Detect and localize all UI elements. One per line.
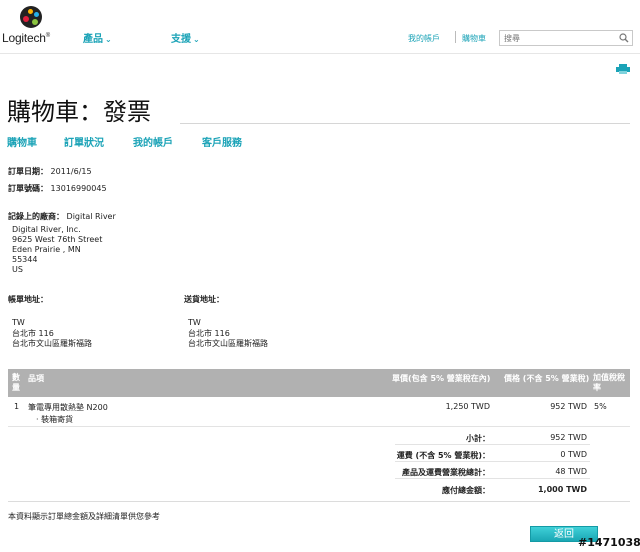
merchant-name: Digital River	[66, 212, 116, 221]
invoice-page: 購物車：發票 購物車 訂單狀況 我的帳戶 客戶服務 訂單日期： 2011/6/1…	[0, 54, 640, 552]
row-item-name[interactable]: 筆電專用散熱墊 N200	[28, 402, 108, 413]
logo-mark-icon	[20, 6, 42, 28]
order-date-label: 訂單日期：	[8, 167, 48, 176]
chevron-down-icon: ⌄	[105, 35, 112, 44]
order-number-label: 訂單號碼：	[8, 184, 48, 193]
summary-divider	[395, 478, 590, 479]
subtotal-label: 小計：	[466, 434, 490, 443]
merchant-label: 記錄上的廠商：	[8, 212, 64, 221]
title-divider	[180, 123, 630, 124]
subnav-order-status[interactable]: 訂單狀況	[64, 134, 104, 149]
row-vat-rate: 5%	[594, 402, 607, 411]
logitech-logo[interactable]: Logitech®	[2, 4, 60, 48]
order-number: 訂單號碼： 13016990045	[8, 183, 107, 194]
row-unit-price: 1,250 TWD	[445, 402, 490, 411]
footer-divider	[8, 501, 630, 502]
grand-total-label: 應付總金額：	[442, 486, 490, 495]
billing-address-label: 帳單地址：	[8, 295, 48, 304]
header-price: 價格 (不含 5% 營業稅)	[504, 374, 590, 383]
summary-divider	[395, 461, 590, 462]
order-date-value: 2011/6/15	[50, 167, 92, 176]
header-unit-price: 單價(包含 5% 營業稅在內)	[392, 374, 491, 383]
nav-products[interactable]: 產品 ⌄	[83, 30, 112, 45]
merchant-address-line: Digital River, Inc.	[12, 225, 81, 234]
tax-total-value: 48 TWD	[555, 467, 587, 476]
items-table-header: 數量 品項 單價(包含 5% 營業稅在內) 價格 (不含 5% 營業稅) 加值稅…	[8, 369, 630, 397]
subnav-my-account[interactable]: 我的帳戶	[133, 134, 173, 149]
search-icon[interactable]	[619, 33, 629, 43]
header-item: 品項	[28, 374, 44, 383]
link-divider	[455, 31, 456, 43]
shipping-address-label: 送貨地址：	[184, 295, 224, 304]
grand-total-value: 1,000 TWD	[537, 485, 587, 494]
header-vat-rate: 加值稅稅率	[593, 373, 625, 392]
subnav-customer-service[interactable]: 客戶服務	[202, 134, 242, 149]
shipping-country: TW	[188, 318, 201, 327]
cart-link[interactable]: 購物車	[462, 33, 486, 44]
header-qty: 數量	[12, 373, 20, 392]
subnav-cart[interactable]: 購物車	[7, 134, 37, 149]
logo-text: Logitech®	[2, 31, 51, 45]
site-header: Logitech® 產品 ⌄ 支援 ⌄ 我的帳戶 購物車	[0, 0, 640, 54]
row-price: 952 TWD	[550, 402, 587, 411]
footer-note: 本資料顯示訂單總金額及詳細清單供您參考	[8, 512, 160, 521]
print-icon[interactable]	[616, 64, 630, 74]
order-date: 訂單日期： 2011/6/15	[8, 166, 92, 177]
my-account-link[interactable]: 我的帳戶	[408, 33, 440, 44]
merchant-address-line: US	[12, 265, 23, 274]
chevron-down-icon: ⌄	[193, 35, 200, 44]
row-item-note: · 裝箱寄貨	[36, 415, 74, 424]
shipping-fee-value: 0 TWD	[560, 450, 587, 459]
tax-total-label: 產品及運費營業稅總計：	[402, 468, 490, 477]
subtotal-value: 952 TWD	[550, 433, 587, 442]
shipping-fee-label: 運費 (不含 5% 營業稅)：	[396, 451, 490, 460]
search-box	[499, 30, 633, 46]
shipping-street: 台北市文山區羅斯福路	[188, 339, 268, 348]
billing-street: 台北市文山區羅斯福路	[12, 339, 92, 348]
billing-country: TW	[12, 318, 25, 327]
search-input[interactable]	[504, 33, 614, 44]
nav-support[interactable]: 支援 ⌄	[171, 30, 200, 45]
merchant-of-record: 記錄上的廠商： Digital River	[8, 211, 116, 222]
merchant-address-line: Eden Prairie , MN	[12, 245, 81, 254]
summary-divider	[395, 444, 590, 445]
merchant-address-line: 55344	[12, 255, 38, 264]
watermark-text: #1471038	[578, 536, 640, 549]
merchant-address-line: 9625 West 76th Street	[12, 235, 103, 244]
page-title: 購物車：發票	[7, 98, 151, 126]
order-number-value: 13016990045	[50, 184, 107, 193]
row-qty: 1	[14, 402, 20, 411]
row-divider	[8, 426, 630, 427]
